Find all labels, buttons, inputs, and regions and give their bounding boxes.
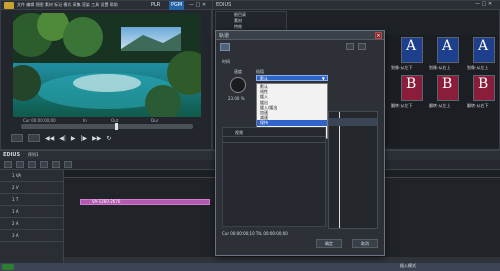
dialog-titlebar: 轨道 ×: [216, 31, 384, 40]
next-icon[interactable]: [358, 43, 366, 50]
track-header[interactable]: 1 A: [0, 206, 63, 218]
clip-letter: A: [406, 38, 417, 54]
player-tag: PLR: [151, 2, 161, 8]
edius-logo-icon: [4, 2, 14, 9]
track-header[interactable]: 2 A: [0, 218, 63, 230]
loop-icon[interactable]: ↻: [106, 135, 111, 142]
clip-letter: B: [442, 76, 453, 92]
ok-button[interactable]: 确定: [316, 239, 342, 248]
dur-label: Dur: [151, 118, 159, 123]
clip-thumbnail[interactable]: A: [401, 37, 423, 63]
playhead-line[interactable]: [339, 112, 340, 228]
set-out-button[interactable]: [28, 134, 40, 142]
track-header[interactable]: 1 T: [0, 194, 63, 206]
current-timecode: Cur 00:00:00;00: [23, 118, 56, 123]
taskbar: [0, 263, 500, 271]
rewind-icon[interactable]: ◀◀: [45, 135, 54, 142]
clip-caption: 划像-从左下: [391, 65, 413, 70]
clip-caption: 翻转-从左下: [391, 103, 413, 108]
track-header[interactable]: 3 A: [0, 230, 63, 242]
dialog-title: 轨道: [219, 33, 230, 39]
tool-button[interactable]: [4, 161, 12, 168]
project-name: EDIUS: [3, 152, 21, 158]
clip-letter: A: [478, 38, 489, 54]
bin-window-controls-icon[interactable]: — □ ✕: [475, 1, 492, 7]
cancel-button[interactable]: 取消: [352, 239, 378, 248]
knob-label: 速度: [234, 69, 242, 74]
clip-letter: B: [478, 76, 489, 92]
track-headers: 1 VA 2 V 1 T 1 A 2 A 3 A: [0, 170, 64, 264]
tool-button[interactable]: [28, 161, 36, 168]
step-forward-icon[interactable]: |▶: [81, 135, 88, 142]
speed-knob[interactable]: [230, 77, 246, 93]
clip-thumbnail[interactable]: A: [473, 37, 495, 63]
gear-icon[interactable]: [220, 43, 230, 51]
video-preview: [13, 13, 201, 117]
clip-caption: 翻转-从左上: [429, 103, 451, 108]
dropdown-value: 默认: [260, 76, 268, 81]
interpolation-dropdown[interactable]: 默认 ▼: [256, 75, 328, 81]
clip-thumbnail[interactable]: B: [437, 75, 459, 101]
tool-button[interactable]: [64, 161, 72, 168]
clip-thumbnail[interactable]: A: [437, 37, 459, 63]
track-header[interactable]: 1 VA: [0, 170, 63, 182]
chevron-down-icon: ▼: [321, 76, 325, 81]
program-tag[interactable]: PGM: [169, 1, 185, 10]
play-icon[interactable]: ▶: [71, 135, 76, 142]
clip-thumbnail[interactable]: B: [473, 75, 495, 101]
step-back-icon[interactable]: ◀|: [59, 135, 66, 142]
clip-letter: B: [406, 76, 417, 92]
in-label: In: [83, 118, 87, 123]
tool-button[interactable]: [16, 161, 24, 168]
section-time: 时间: [222, 59, 230, 64]
clip-letter: A: [442, 38, 453, 54]
ime-status: 插入模式: [400, 263, 416, 268]
track-header[interactable]: 2 V: [0, 182, 63, 194]
menu-bar[interactable]: 文件 编辑 视图 素材 标记 模式 采集 渲染 工具 设置 帮助: [17, 2, 118, 8]
window-controls-icon[interactable]: — □ ✕: [189, 2, 206, 8]
start-button[interactable]: [2, 264, 14, 270]
clip-caption: 翻转-从右下: [467, 103, 489, 108]
prev-icon[interactable]: [346, 43, 354, 50]
clip-caption: 划像-从左上: [467, 65, 489, 70]
timeline-clip-label: VA-1260-2676: [92, 199, 121, 204]
clip-caption: 划像-从右上: [429, 65, 451, 70]
bin-title: EDIUS: [216, 2, 232, 8]
track-settings-dialog: 轨道 × 时间 速度 23.00 % 插值 默认 ▼ 默认 线性 缓入 缓出 缓…: [215, 30, 385, 256]
close-icon[interactable]: ×: [375, 32, 382, 39]
bin-titlebar: EDIUS — □ ✕: [213, 1, 500, 10]
player-panel: 文件 编辑 视图 素材 标记 模式 采集 渲染 工具 设置 帮助 PLR PGM…: [0, 0, 213, 150]
sequence-tab[interactable]: 序列1: [28, 152, 39, 158]
keyframe-graph[interactable]: [328, 111, 378, 229]
set-in-button[interactable]: [11, 134, 23, 142]
dialog-timecode: Cur 00:00:00;10 TtL 00:00:00;00: [222, 231, 288, 236]
fast-forward-icon[interactable]: ▶▶: [92, 135, 101, 142]
knob-value: 23.00 %: [228, 96, 245, 101]
clip-thumbnail[interactable]: B: [401, 75, 423, 101]
playback-controls: ◀◀ ◀| ▶ |▶ ▶▶ ↻: [11, 133, 111, 143]
playback-scrubber[interactable]: [21, 123, 193, 130]
keyframe-track-list: 视频: [222, 127, 326, 227]
scrubber-handle[interactable]: [115, 123, 118, 130]
tool-button[interactable]: [40, 161, 48, 168]
player-titlebar: 文件 编辑 视图 素材 标记 模式 采集 渲染 工具 设置 帮助 PLR PGM…: [1, 1, 213, 10]
tool-button[interactable]: [52, 161, 60, 168]
